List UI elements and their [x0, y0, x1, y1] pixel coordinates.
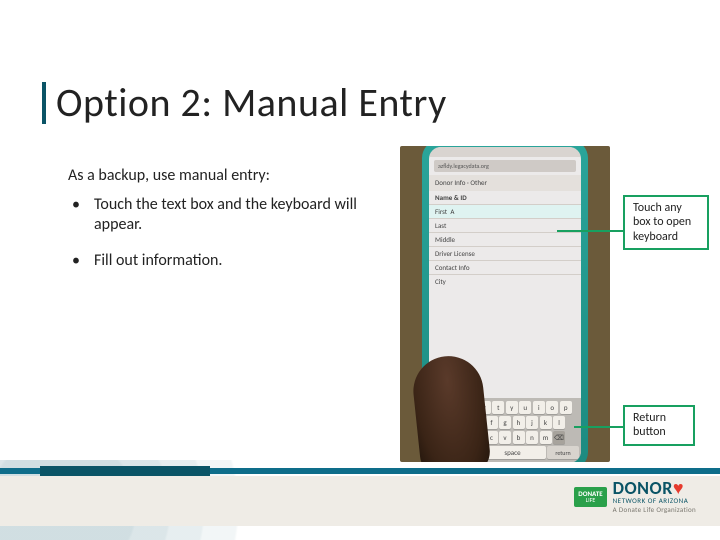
key: t: [492, 401, 504, 414]
field-first: First A: [429, 204, 581, 218]
field-city: City: [429, 274, 581, 288]
slide: Option 2: Manual Entry As a backup, use …: [0, 0, 720, 540]
key: k: [540, 416, 552, 429]
key: b: [513, 431, 525, 444]
callout-leader: [574, 426, 623, 428]
donor-tag: A Donate Life Organization: [613, 505, 696, 514]
key: v: [499, 431, 511, 444]
intro-text: As a backup, use manual entry:: [68, 166, 270, 185]
title-block: Option 2: Manual Entry: [42, 82, 447, 124]
key: o: [546, 401, 558, 414]
key: g: [499, 416, 511, 429]
slide-title: Option 2: Manual Entry: [56, 82, 447, 124]
key: p: [560, 401, 572, 414]
bullet-item: Fill out information.: [68, 251, 398, 271]
donor-sub: NETWORK OF ARIZONA: [613, 496, 696, 505]
key: i: [533, 401, 545, 414]
title-accent-bar: [42, 82, 46, 124]
key: m: [540, 431, 552, 444]
field-middle: Middle: [429, 232, 581, 246]
footer-logo: DONATE LIFE DONOR♥ NETWORK OF ARIZONA A …: [574, 480, 696, 514]
bullet-list: Touch the text box and the keyboard will…: [68, 195, 398, 287]
delete-key: ⌫: [553, 431, 565, 444]
key: h: [513, 416, 525, 429]
page-header: Donor Info · Other: [429, 175, 581, 191]
status-bar: [429, 147, 581, 157]
bullet-item: Touch the text box and the keyboard will…: [68, 195, 398, 235]
badge-bottom: LIFE: [578, 498, 602, 503]
key: l: [553, 416, 565, 429]
callout-touch: Touch any box to open keyboard: [623, 195, 709, 250]
field-contact: Contact Info: [429, 260, 581, 274]
donor-main: DONOR♥: [613, 480, 696, 496]
url-bar: azfldy.legacydata.org: [434, 160, 576, 172]
section-title: Name & ID: [429, 191, 581, 204]
footer-stripe-accent: [40, 466, 210, 476]
key: j: [526, 416, 538, 429]
key: u: [519, 401, 531, 414]
field-dl: Driver License: [429, 246, 581, 260]
callout-leader: [557, 230, 623, 232]
return-key: return: [547, 446, 579, 459]
donate-life-badge: DONATE LIFE: [574, 487, 606, 507]
field-label: First: [435, 207, 447, 216]
key: y: [506, 401, 518, 414]
donor-network-logo: DONOR♥ NETWORK OF ARIZONA A Donate Life …: [613, 480, 696, 514]
key: n: [526, 431, 538, 444]
field-value: A: [450, 207, 454, 216]
phone-photo: azfldy.legacydata.org Donor Info · Other…: [400, 146, 610, 462]
callout-return: Return button: [623, 405, 695, 446]
